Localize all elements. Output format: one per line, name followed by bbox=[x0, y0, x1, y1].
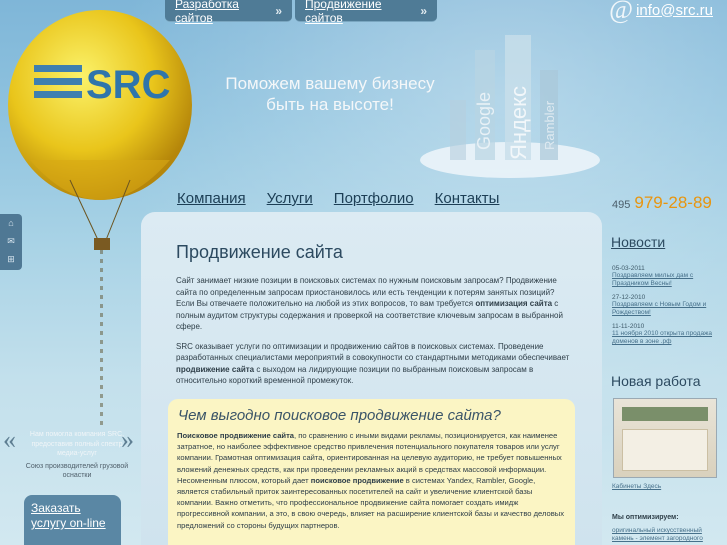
quote-open-icon: « bbox=[3, 425, 16, 454]
city-word-yandex: Яндекс bbox=[506, 86, 531, 160]
city-word-google: Google bbox=[474, 92, 494, 150]
email-contact[interactable]: @ info@src.ru bbox=[609, 0, 713, 24]
phone-number: 495 979-28-89 bbox=[612, 193, 712, 213]
news-item: 05-03-2011 Поздравляем милых дам с Празд… bbox=[612, 265, 722, 288]
nav-services[interactable]: Услуги bbox=[267, 190, 313, 207]
new-work-thumbnail[interactable] bbox=[613, 398, 717, 478]
slogan-line-1: Поможем вашему бизнесу bbox=[225, 74, 435, 93]
news-item: 11-11-2010 11 ноября 2010 открыта продаж… bbox=[612, 323, 722, 346]
article-paragraph-2: SRC оказывает услуги по оптимизации и пр… bbox=[176, 341, 570, 386]
at-sign-icon: @ bbox=[609, 0, 634, 24]
testimonial: Нам помогла компания SRC, предоставив по… bbox=[22, 430, 132, 481]
mail-icon[interactable]: ✉ bbox=[0, 232, 22, 250]
news-link[interactable]: 11 ноября 2010 открыта продажа доменов в… bbox=[612, 330, 722, 346]
logo-text: SRC bbox=[86, 63, 170, 107]
phone-code: 495 bbox=[612, 199, 631, 211]
top-nav-web-development[interactable]: Разработка сайтов » bbox=[165, 0, 292, 25]
search-engine-city-image: Google Яндекс Rambler bbox=[420, 35, 600, 178]
news-date: 27-12-2010 bbox=[612, 294, 646, 301]
news-item: 27-12-2010 Поздравляем с Новым Годом и Р… bbox=[612, 294, 722, 317]
news-title[interactable]: Новости bbox=[611, 234, 665, 250]
rope-ladder-image bbox=[100, 250, 103, 430]
optimize-link[interactable]: оригинальный искусственный камень - элем… bbox=[612, 527, 720, 543]
order-line-2: услугу on-line bbox=[31, 516, 106, 530]
article: Продвижение сайта Сайт занимает низкие п… bbox=[176, 242, 571, 395]
top-nav-label: Разработка сайтов bbox=[175, 0, 239, 25]
order-line-1: Заказать bbox=[31, 501, 81, 515]
new-work-link[interactable]: Кабинеты Здесь bbox=[612, 483, 661, 490]
benefits-box: Чем выгодно поисковое продвижение сайта?… bbox=[168, 399, 575, 545]
phone-main: 979-28-89 bbox=[634, 193, 712, 212]
news-date: 05-03-2011 bbox=[612, 265, 645, 272]
page-title: Продвижение сайта bbox=[176, 242, 343, 262]
city-word-rambler: Rambler bbox=[542, 100, 557, 150]
new-work-title: Новая работа bbox=[611, 373, 701, 389]
testimonial-text: Нам помогла компания SRC, предоставив по… bbox=[29, 431, 125, 457]
testimonial-author: Союз производителей грузовой оснастки bbox=[25, 462, 129, 480]
order-online-button[interactable]: Заказать услугу on-line bbox=[24, 495, 121, 545]
nav-contacts[interactable]: Контакты bbox=[435, 190, 500, 207]
side-icon-bar: ⌂ ✉ ⊞ bbox=[0, 214, 22, 270]
top-nav-seo[interactable]: Продвижение сайтов » bbox=[295, 0, 437, 25]
news-link[interactable]: Поздравляем милых дам с Праздником Весны… bbox=[612, 272, 722, 288]
benefits-title: Чем выгодно поисковое продвижение сайта? bbox=[178, 407, 501, 424]
news-date: 11-11-2010 bbox=[612, 323, 645, 330]
news-link[interactable]: Поздравляем с Новым Годом и Рождеством! bbox=[612, 301, 722, 317]
article-paragraph-1: Сайт занимает низкие позиции в поисковых… bbox=[176, 276, 563, 331]
news-list: 05-03-2011 Поздравляем милых дам с Празд… bbox=[612, 259, 722, 346]
double-arrow-icon: » bbox=[275, 3, 282, 18]
home-icon[interactable]: ⌂ bbox=[0, 214, 22, 232]
email-address[interactable]: info@src.ru bbox=[636, 2, 713, 19]
main-nav: Компания Услуги Портфолио Контакты bbox=[177, 190, 499, 207]
nav-portfolio[interactable]: Портфолио bbox=[334, 190, 414, 207]
sitemap-icon[interactable]: ⊞ bbox=[0, 250, 22, 268]
top-nav-label: Продвижение сайтов bbox=[305, 0, 382, 25]
slogan-line-2: быть на высоте! bbox=[266, 95, 394, 114]
nav-company[interactable]: Компания bbox=[177, 190, 246, 207]
double-arrow-icon: » bbox=[420, 3, 427, 18]
slogan: Поможем вашему бизнесу быть на высоте! bbox=[220, 73, 440, 115]
benefits-text: Поисковое продвижение сайта, по сравнени… bbox=[177, 431, 565, 530]
optimize-title: Мы оптимизируем: bbox=[612, 514, 679, 521]
